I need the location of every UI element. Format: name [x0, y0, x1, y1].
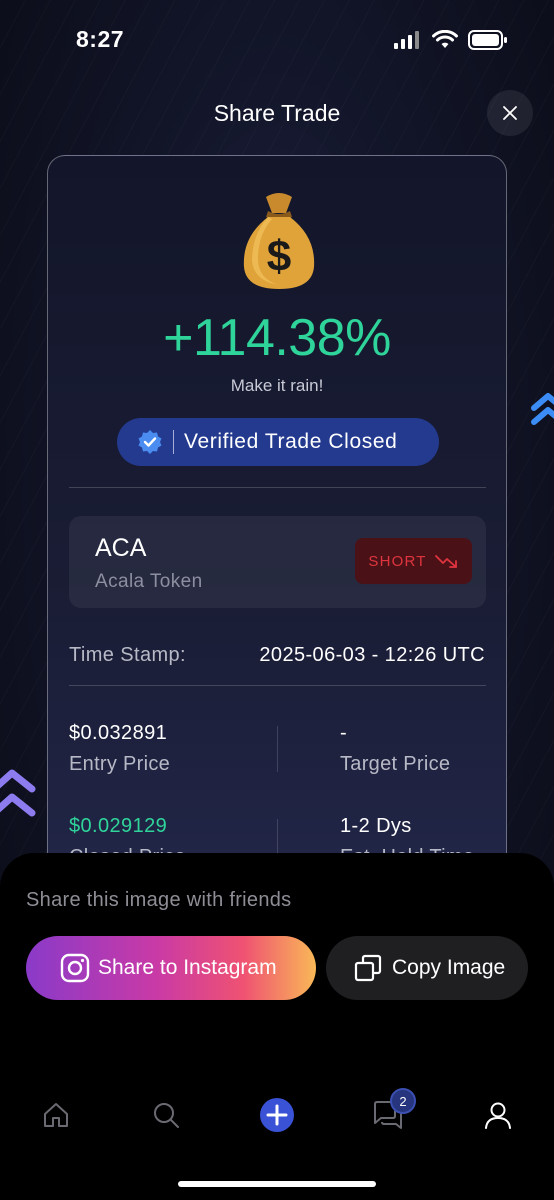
tab-bar [0, 1090, 554, 1146]
share-sheet-title: Share this image with friends [26, 889, 292, 911]
instagram-icon [60, 953, 90, 983]
status-bar: 8:27 [0, 0, 554, 80]
profile-icon [485, 1102, 511, 1129]
token-name: Acala Token [95, 571, 203, 592]
chevron-up-decoration-left-icon [0, 769, 36, 817]
tab-profile[interactable] [473, 1090, 523, 1140]
timestamp-label: Time Stamp: [69, 644, 187, 666]
share-trade-card: $ +114.38% Make it rain! Verified Trade … [47, 155, 507, 915]
close-icon [503, 106, 517, 120]
tab-home[interactable] [31, 1090, 81, 1140]
target-price-label: Target Price [340, 753, 451, 775]
stat-separator [277, 726, 278, 772]
battery-icon [468, 30, 507, 50]
hold-time-value: 1-2 Dys [340, 815, 412, 837]
home-icon [44, 1103, 68, 1127]
copy-icon [354, 954, 382, 982]
share-to-instagram-button[interactable]: Share to Instagram [26, 936, 316, 1000]
tab-search[interactable] [141, 1090, 191, 1140]
chevron-up-decoration-icon [531, 393, 554, 425]
card-divider [69, 487, 486, 488]
copy-image-button[interactable]: Copy Image [326, 936, 528, 1000]
timestamp-value: 2025-06-03 - 12:26 UTC [259, 644, 485, 666]
verified-badge: Verified Trade Closed [117, 418, 439, 466]
signal-icon [394, 31, 419, 49]
messages-badge: 2 [390, 1088, 416, 1114]
wifi-icon [432, 30, 458, 48]
copy-image-label: Copy Image [392, 956, 506, 979]
profit-percent: +114.38% [163, 309, 391, 367]
close-button[interactable] [487, 90, 533, 136]
target-price-value: - [340, 722, 348, 744]
token-symbol: ACA [95, 534, 147, 562]
verified-separator [173, 430, 174, 454]
money-bag-icon: $ [243, 193, 315, 289]
entry-price-value: $0.032891 [69, 722, 168, 744]
closed-price-value: $0.029129 [69, 815, 168, 837]
search-icon [154, 1103, 179, 1128]
page-title: Share Trade [213, 100, 341, 126]
trend-down-icon [434, 555, 457, 568]
entry-price-label: Entry Price [69, 753, 171, 775]
card-divider [69, 685, 486, 686]
home-indicator [178, 1181, 376, 1187]
token-box: ACA Acala Token SHORT [69, 516, 486, 608]
card-subtitle: Make it rain! [230, 376, 324, 395]
plus-circle-icon [260, 1098, 294, 1132]
verified-label: Verified Trade Closed [184, 430, 398, 453]
short-badge: SHORT [355, 538, 472, 584]
status-time: 8:27 [76, 26, 125, 52]
verified-check-icon [138, 430, 162, 454]
tab-create[interactable] [252, 1090, 302, 1140]
share-to-instagram-label: Share to Instagram [98, 956, 277, 979]
direction-label: SHORT [368, 552, 427, 570]
status-icons [394, 30, 508, 50]
svg-text:$: $ [267, 232, 291, 281]
share-sheet: Share this image with friends Share to I… [0, 853, 554, 1200]
